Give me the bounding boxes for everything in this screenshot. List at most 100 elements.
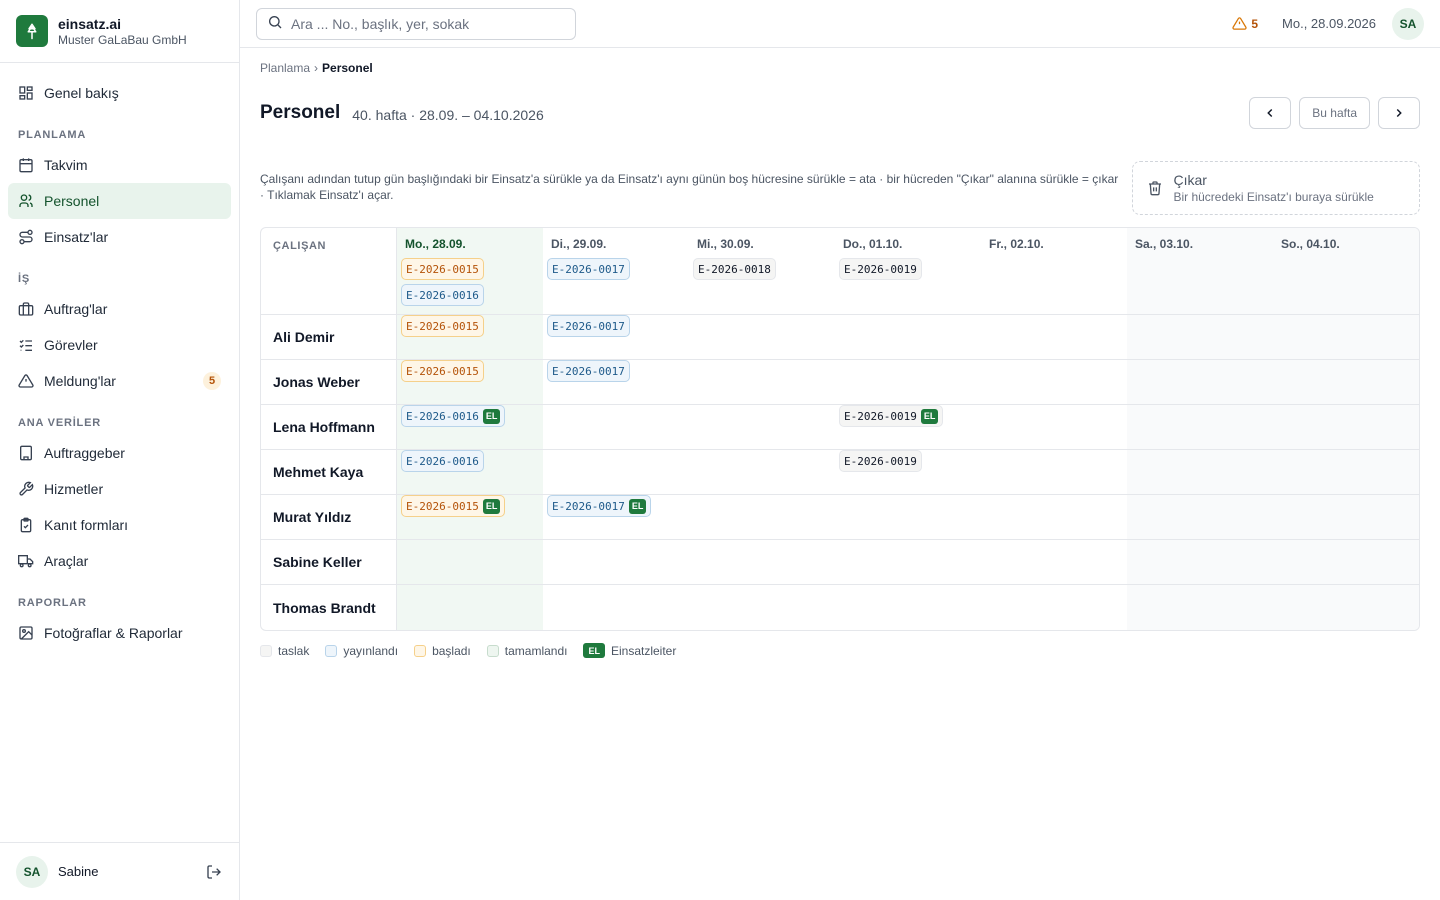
search-input[interactable] bbox=[291, 15, 561, 32]
sidebar-item-orders[interactable]: Auftrag'lar bbox=[8, 291, 231, 327]
assignment-chip[interactable]: E-2026-0016 bbox=[401, 450, 484, 472]
brand[interactable]: einsatz.ai Muster GaLaBau GmbH bbox=[0, 0, 239, 63]
employee-name[interactable]: Murat Yıldız bbox=[261, 495, 397, 540]
assignment-chip[interactable]: E-2026-0015 EL bbox=[401, 495, 506, 517]
schedule-cell[interactable] bbox=[1273, 495, 1419, 540]
schedule-cell[interactable] bbox=[1127, 315, 1273, 360]
schedule-cell[interactable] bbox=[1127, 405, 1273, 450]
assignment-chip[interactable]: E-2026-0019 EL bbox=[839, 405, 944, 427]
user-avatar[interactable]: SA bbox=[16, 855, 48, 888]
schedule-cell[interactable]: E-2026-0017 bbox=[543, 360, 689, 405]
logout-icon[interactable] bbox=[205, 863, 223, 881]
day-header-5[interactable]: Sa., 03.10. bbox=[1127, 228, 1273, 315]
assignment-chip[interactable]: E-2026-0019 bbox=[839, 258, 922, 280]
assignment-chip[interactable]: E-2026-0018 bbox=[693, 258, 776, 280]
assignment-chip[interactable]: E-2026-0015 bbox=[401, 360, 484, 382]
employee-name[interactable]: Sabine Keller bbox=[261, 540, 397, 585]
schedule-cell[interactable] bbox=[1127, 585, 1273, 630]
schedule-cell[interactable] bbox=[543, 540, 689, 585]
schedule-cell[interactable]: E-2026-0017 bbox=[543, 315, 689, 360]
schedule-cell[interactable] bbox=[981, 585, 1127, 630]
schedule-cell[interactable] bbox=[397, 540, 543, 585]
assignment-chip[interactable]: E-2026-0017 bbox=[547, 258, 630, 280]
schedule-cell[interactable]: E-2026-0019 bbox=[835, 450, 981, 495]
sidebar-item-overview[interactable]: Genel bakış bbox=[8, 75, 231, 111]
assignment-chip[interactable]: E-2026-0016 bbox=[401, 284, 484, 306]
schedule-cell[interactable] bbox=[1127, 360, 1273, 405]
schedule-cell[interactable]: E-2026-0015 bbox=[397, 315, 543, 360]
schedule-cell[interactable] bbox=[981, 495, 1127, 540]
day-header-6[interactable]: So., 04.10. bbox=[1273, 228, 1419, 315]
sidebar-item-reports[interactable]: Meldung'lar 5 bbox=[8, 363, 231, 399]
user-avatar-top[interactable]: SA bbox=[1392, 7, 1424, 40]
schedule-cell[interactable] bbox=[981, 540, 1127, 585]
next-week-button[interactable] bbox=[1378, 97, 1420, 129]
prev-week-button[interactable] bbox=[1249, 97, 1292, 129]
assignment-chip[interactable]: E-2026-0017 bbox=[547, 315, 630, 337]
sidebar-item-vehicles[interactable]: Araçlar bbox=[8, 543, 231, 579]
day-header-3[interactable]: Do., 01.10. E-2026-0019 bbox=[835, 228, 981, 315]
sidebar-item-calendar[interactable]: Takvim bbox=[8, 147, 231, 183]
schedule-cell[interactable] bbox=[1127, 495, 1273, 540]
employee-name[interactable]: Thomas Brandt bbox=[261, 585, 397, 630]
schedule-cell[interactable] bbox=[1127, 540, 1273, 585]
schedule-cell[interactable] bbox=[1127, 450, 1273, 495]
schedule-cell[interactable] bbox=[689, 360, 835, 405]
schedule-cell[interactable] bbox=[1273, 315, 1419, 360]
this-week-button[interactable]: Bu hafta bbox=[1299, 97, 1370, 129]
schedule-cell[interactable]: E-2026-0017 EL bbox=[543, 495, 689, 540]
schedule-cell[interactable] bbox=[1273, 585, 1419, 630]
day-header-0[interactable]: Mo., 28.09. E-2026-0015 E-2026-0016 bbox=[397, 228, 543, 315]
sidebar-item-proof-forms[interactable]: Kanıt formları bbox=[8, 507, 231, 543]
sidebar-item-services[interactable]: Hizmetler bbox=[8, 471, 231, 507]
assignment-chip[interactable]: E-2026-0015 bbox=[401, 258, 484, 280]
search-box[interactable] bbox=[256, 7, 576, 40]
schedule-cell[interactable] bbox=[835, 495, 981, 540]
schedule-cell[interactable] bbox=[689, 585, 835, 630]
employee-name[interactable]: Ali Demir bbox=[261, 315, 397, 360]
schedule-cell[interactable] bbox=[981, 360, 1127, 405]
schedule-cell[interactable] bbox=[689, 495, 835, 540]
schedule-cell[interactable] bbox=[689, 405, 835, 450]
schedule-cell[interactable] bbox=[543, 450, 689, 495]
schedule-cell[interactable] bbox=[835, 540, 981, 585]
employee-name[interactable]: Jonas Weber bbox=[261, 360, 397, 405]
schedule-cell[interactable] bbox=[835, 360, 981, 405]
schedule-cell[interactable] bbox=[543, 585, 689, 630]
schedule-cell[interactable]: E-2026-0019 EL bbox=[835, 405, 981, 450]
schedule-cell[interactable] bbox=[397, 585, 543, 630]
assignment-chip[interactable]: E-2026-0019 bbox=[839, 450, 922, 472]
day-header-2[interactable]: Mi., 30.09. E-2026-0018 bbox=[689, 228, 835, 315]
day-header-4[interactable]: Fr., 02.10. bbox=[981, 228, 1127, 315]
schedule-cell[interactable] bbox=[1273, 360, 1419, 405]
schedule-cell[interactable] bbox=[835, 585, 981, 630]
schedule-cell[interactable] bbox=[543, 405, 689, 450]
sidebar-item-clients[interactable]: Auftraggeber bbox=[8, 435, 231, 471]
schedule-cell[interactable] bbox=[981, 405, 1127, 450]
sidebar-item-photos-reports[interactable]: Fotoğraflar & Raporlar bbox=[8, 615, 231, 651]
assignment-chip[interactable]: E-2026-0015 bbox=[401, 315, 484, 337]
schedule-cell[interactable] bbox=[1273, 405, 1419, 450]
assignment-chip[interactable]: E-2026-0017 EL bbox=[547, 495, 652, 517]
sidebar-item-personnel[interactable]: Personel bbox=[8, 183, 231, 219]
sidebar-item-assignments[interactable]: Einsatz'lar bbox=[8, 219, 231, 255]
schedule-cell[interactable] bbox=[835, 315, 981, 360]
schedule-cell[interactable] bbox=[1273, 540, 1419, 585]
schedule-cell[interactable] bbox=[689, 540, 835, 585]
sidebar-item-tasks[interactable]: Görevler bbox=[8, 327, 231, 363]
employee-name[interactable]: Mehmet Kaya bbox=[261, 450, 397, 495]
assignment-chip[interactable]: E-2026-0017 bbox=[547, 360, 630, 382]
breadcrumb-parent[interactable]: Planlama bbox=[260, 61, 310, 75]
schedule-cell[interactable]: E-2026-0015 bbox=[397, 360, 543, 405]
employee-name[interactable]: Lena Hoffmann bbox=[261, 405, 397, 450]
schedule-cell[interactable]: E-2026-0016 bbox=[397, 450, 543, 495]
schedule-cell[interactable] bbox=[689, 315, 835, 360]
schedule-cell[interactable]: E-2026-0015 EL bbox=[397, 495, 543, 540]
alerts-button[interactable]: 5 bbox=[1232, 16, 1258, 31]
schedule-cell[interactable] bbox=[981, 450, 1127, 495]
day-header-1[interactable]: Di., 29.09. E-2026-0017 bbox=[543, 228, 689, 315]
schedule-cell[interactable]: E-2026-0016 EL bbox=[397, 405, 543, 450]
schedule-cell[interactable] bbox=[981, 315, 1127, 360]
assignment-chip[interactable]: E-2026-0016 EL bbox=[401, 405, 506, 427]
schedule-cell[interactable] bbox=[689, 450, 835, 495]
